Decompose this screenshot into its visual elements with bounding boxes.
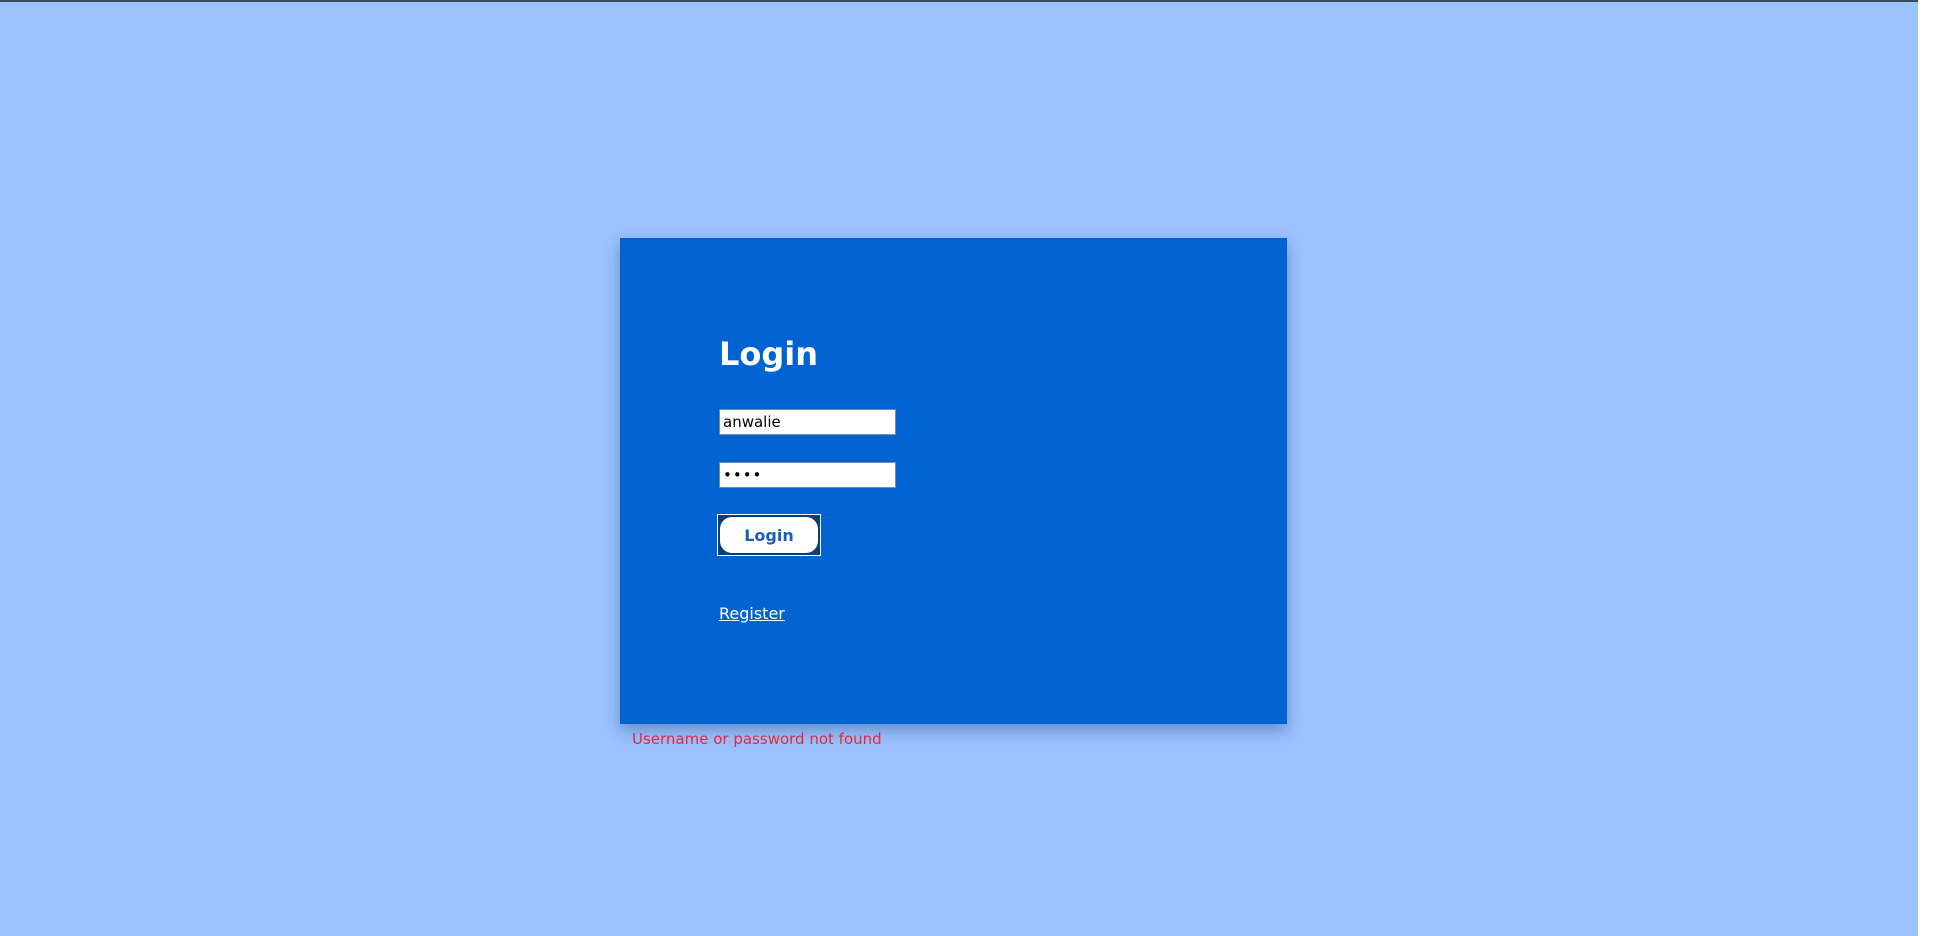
password-input[interactable] bbox=[719, 462, 896, 488]
login-title: Login bbox=[719, 335, 819, 373]
login-card: Login Login Register bbox=[620, 238, 1287, 724]
register-link[interactable]: Register bbox=[719, 604, 785, 623]
login-button-label: Login bbox=[720, 517, 818, 553]
error-message: Username or password not found bbox=[632, 730, 882, 748]
login-button[interactable]: Login bbox=[717, 514, 821, 556]
username-input[interactable] bbox=[719, 409, 896, 435]
page-background: Login Login Register Username or passwor… bbox=[0, 2, 1918, 936]
